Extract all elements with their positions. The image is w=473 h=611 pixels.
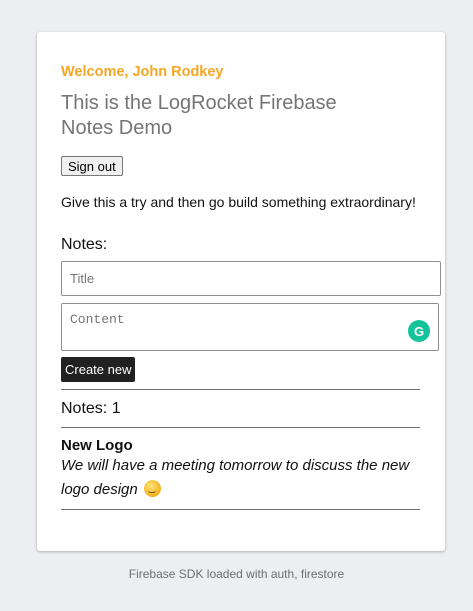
tagline: Give this a try and then go build someth… <box>61 194 416 210</box>
notes-label: Notes: <box>61 236 108 253</box>
note-content: We will have a meeting tomorrow to discu… <box>61 454 411 502</box>
divider-bottom <box>61 509 420 510</box>
sign-out-button[interactable]: Sign out <box>61 156 123 176</box>
note-content-text: We will have a meeting tomorrow to discu… <box>61 457 410 498</box>
smirk-face-icon <box>143 480 161 497</box>
footer-status: Firebase SDK loaded with auth, firestore <box>128 567 345 581</box>
welcome-message: Welcome, John Rodkey <box>61 64 224 80</box>
notes-count: Notes: 1 <box>61 400 121 417</box>
create-new-button[interactable]: Create new <box>61 357 136 382</box>
grammarly-letter: G <box>413 323 425 339</box>
content-input[interactable] <box>61 303 439 351</box>
grammarly-icon[interactable]: G <box>408 320 430 342</box>
page-title: This is the LogRocket Firebase Notes Dem… <box>61 92 337 139</box>
notes-card: Welcome, John Rodkey This is the LogRock… <box>37 32 445 551</box>
divider-mid <box>61 427 420 428</box>
title-input[interactable] <box>61 261 441 296</box>
note-title: New Logo <box>61 437 133 454</box>
divider-top <box>61 389 420 390</box>
